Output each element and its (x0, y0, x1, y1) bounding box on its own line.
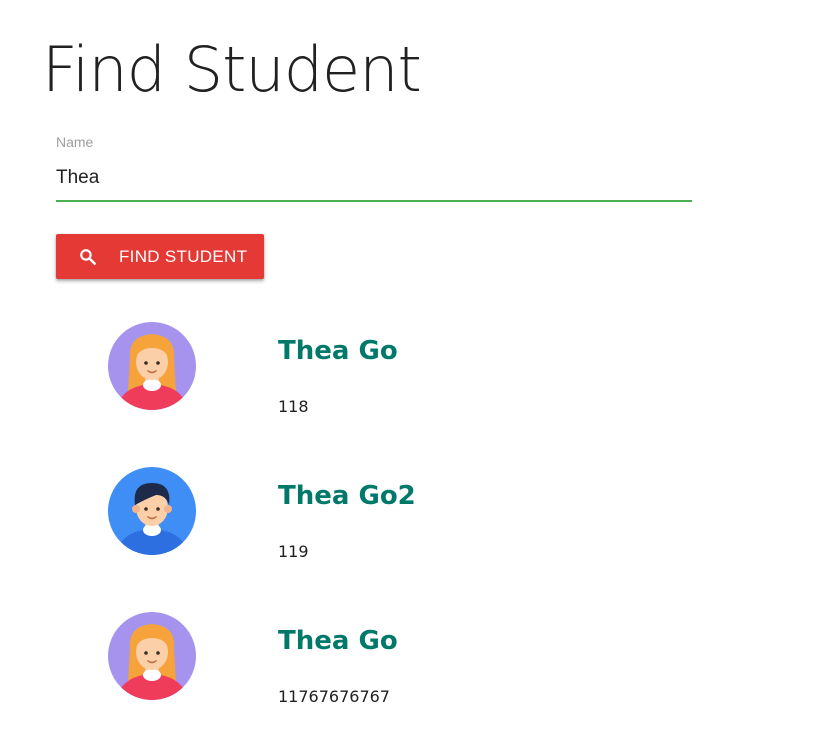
female-avatar-icon (108, 612, 196, 700)
student-name: Thea Go (278, 336, 398, 366)
student-name: Thea Go (278, 626, 398, 656)
female-avatar-icon (108, 322, 196, 410)
male-avatar-icon (108, 467, 196, 555)
page-title: Find Student (42, 33, 422, 106)
name-field-label: Name (56, 134, 94, 150)
student-id: 118 (278, 397, 309, 416)
name-input[interactable] (56, 164, 692, 202)
find-student-button-label: FIND STUDENT (119, 246, 248, 266)
student-id: 11767676767 (278, 687, 390, 706)
name-field: Name (56, 132, 692, 202)
student-item[interactable]: Thea Go 11767676767 (108, 612, 668, 712)
student-item[interactable]: Thea Go 118 (108, 322, 668, 422)
student-id: 119 (278, 542, 309, 561)
search-icon (78, 247, 98, 267)
student-name: Thea Go2 (278, 481, 416, 511)
find-student-button[interactable]: FIND STUDENT (56, 234, 264, 279)
student-item[interactable]: Thea Go2 119 (108, 467, 668, 567)
